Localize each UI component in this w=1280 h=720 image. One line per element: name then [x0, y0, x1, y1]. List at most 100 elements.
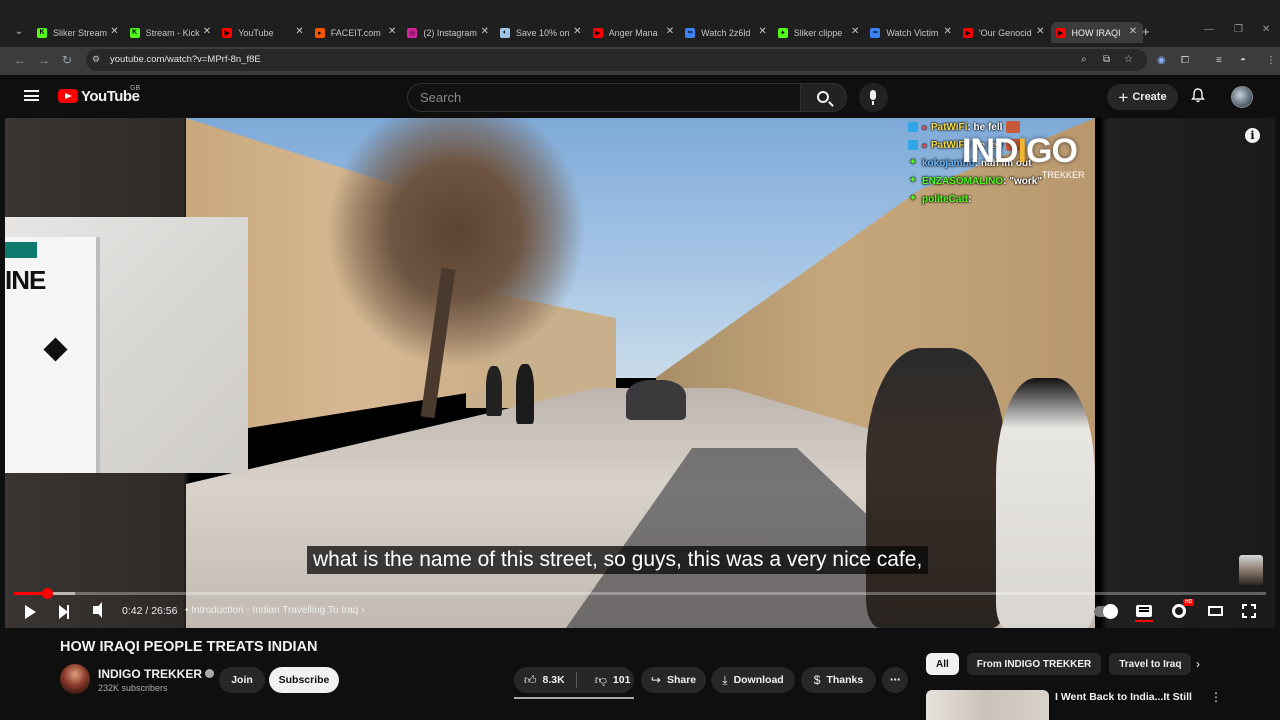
share-button[interactable]: ↪ Share [641, 667, 706, 693]
channel-branding-avatar[interactable] [1239, 555, 1263, 585]
theater-mode-icon[interactable] [1208, 606, 1223, 616]
browser-menu-icon[interactable]: ⋮ [1266, 55, 1276, 66]
thumbs-down-icon[interactable]: 👎︎ [595, 673, 607, 688]
tab-close-icon[interactable]: ✕ [1129, 26, 1137, 37]
recommendation-more-icon[interactable]: ⋮ [1210, 690, 1222, 704]
thumbs-up-icon[interactable]: 👍︎ [524, 673, 537, 688]
download-button[interactable]: ⤓ Download [711, 667, 795, 693]
browser-tab[interactable]: ▶ Anger Mana ✕ [588, 22, 681, 43]
fullscreen-icon[interactable] [1242, 604, 1256, 618]
like-count[interactable]: 8.3K [543, 674, 565, 686]
bookmark-star-icon[interactable]: ☆ [1124, 54, 1133, 65]
browser-tab[interactable]: ∞ Watch Victim ✕ [865, 22, 958, 43]
tab-close-icon[interactable]: ✕ [666, 26, 674, 37]
thanks-label: Thanks [826, 674, 864, 686]
watermark-subtitle: TREKKER [1042, 170, 1085, 180]
tab-title: Save 10% on [515, 27, 570, 38]
media-controls-icon[interactable]: ≡ [1216, 55, 1222, 66]
guide-menu-icon[interactable] [24, 90, 39, 101]
filter-chip[interactable]: Travel to Iraq [1109, 653, 1192, 675]
extension-audio-icon[interactable]: ◉ [1157, 55, 1166, 66]
join-label: Join [231, 674, 253, 686]
extensions-puzzle-icon[interactable]: ⧠ [1181, 55, 1189, 66]
tab-search-chevron-icon[interactable]: ⌄ [10, 23, 28, 41]
channel-watermark[interactable]: INDIGO TREKKER [962, 132, 1092, 182]
account-avatar[interactable] [1231, 86, 1253, 108]
chapter-title[interactable]: • Introduction - Indian Travelling To Ir… [185, 605, 365, 616]
recommendation-title[interactable]: I Went Back to India...It Still [1055, 691, 1192, 703]
tab-close-icon[interactable]: ✕ [110, 26, 118, 37]
back-arrow-icon[interactable]: ← [14, 53, 26, 67]
tab-close-icon[interactable]: ✕ [758, 26, 766, 37]
search-button[interactable] [800, 83, 847, 112]
download-icon: ⤓ [722, 672, 728, 687]
progress-bar[interactable] [14, 588, 1266, 599]
browser-tab[interactable]: ▶ 'Our Genocid ✕ [958, 22, 1051, 43]
forward-arrow-icon[interactable]: → [38, 53, 50, 67]
tab-favicon-icon: K [129, 27, 140, 38]
search-input[interactable] [408, 84, 800, 111]
tab-close-icon[interactable]: ✕ [388, 26, 396, 37]
chips-next-chevron-icon[interactable]: › [1196, 657, 1200, 671]
notifications-bell-icon[interactable] [1191, 88, 1205, 103]
create-button[interactable]: + Create [1107, 84, 1178, 110]
scene-tree [326, 118, 586, 368]
tab-close-icon[interactable]: ✕ [944, 26, 952, 37]
channel-avatar[interactable] [60, 664, 90, 694]
info-icon[interactable]: i [1245, 128, 1260, 143]
browser-tab[interactable]: K Sliker Stream ✕ [32, 22, 125, 43]
tab-close-icon[interactable]: ✕ [295, 26, 303, 37]
browser-tab[interactable]: ∞ Watch 2z6ld ✕ [680, 22, 773, 43]
thanks-button[interactable]: $ Thanks [801, 667, 876, 693]
tab-close-icon[interactable]: ✕ [573, 26, 581, 37]
new-tab-plus-icon[interactable]: + [1142, 24, 1150, 39]
browser-tab[interactable]: ▸ FACEIT.com ✕ [310, 22, 403, 43]
more-actions-button[interactable]: ⋯ [882, 667, 908, 693]
restore-icon[interactable]: ❐ [1234, 24, 1243, 35]
browser-tab[interactable]: ◎ (2) Instagram ✕ [402, 22, 495, 43]
voice-search-button[interactable] [859, 83, 888, 112]
tab-close-icon[interactable]: ✕ [203, 26, 211, 37]
play-icon[interactable] [25, 605, 36, 619]
tab-favicon-icon: ∞ [870, 27, 881, 38]
browser-tab[interactable]: ◐ Save 10% on ✕ [495, 22, 588, 43]
reload-icon[interactable]: ↻ [62, 53, 72, 67]
channel-name[interactable]: INDIGO TREKKER [98, 667, 215, 681]
recommendation-thumbnail[interactable] [926, 690, 1049, 720]
tab-close-icon[interactable]: ✕ [1036, 26, 1044, 37]
thanks-dollar-icon: $ [813, 673, 821, 687]
create-label: Create [1132, 91, 1167, 103]
address-bar[interactable]: ⚙ youtube.com/watch?v=MPrf-8n_f8E ⌕ ⧉ ☆ [86, 49, 1147, 71]
minimize-icon[interactable]: — [1204, 24, 1214, 35]
url-text[interactable]: youtube.com/watch?v=MPrf-8n_f8E [110, 54, 261, 65]
autoplay-toggle[interactable] [1094, 604, 1118, 619]
filter-chip[interactable]: All [926, 653, 959, 675]
browser-tab[interactable]: ✦ Sliker clippe ✕ [773, 22, 866, 43]
volume-icon[interactable] [93, 602, 102, 618]
tab-favicon-icon: ▶ [222, 27, 233, 38]
close-window-icon[interactable]: ✕ [1262, 24, 1270, 35]
player-controls: 0:42 / 26:56 • Introduction - Indian Tra… [5, 596, 1275, 628]
tab-favicon-icon: K [37, 27, 47, 38]
tab-favicon-icon: ∞ [685, 27, 696, 38]
video-player[interactable]: INE ● PatWiFi : he fell ● PatWiFi : he fell… [5, 118, 1275, 628]
next-video-icon[interactable] [59, 605, 69, 619]
profile-icon[interactable]: ◓ [1240, 55, 1246, 66]
tab-close-icon[interactable]: ✕ [481, 26, 489, 37]
subtitles-icon[interactable] [1136, 605, 1152, 617]
dislike-count[interactable]: 101 [613, 674, 631, 686]
settings-gear-icon[interactable] [1172, 604, 1186, 618]
zoom-icon[interactable]: ⌕ [1081, 54, 1087, 65]
youtube-logo-icon[interactable] [58, 89, 78, 103]
subscribe-button[interactable]: Subscribe [269, 667, 339, 693]
filter-chip[interactable]: From INDIGO TREKKER [966, 653, 1102, 675]
browser-tab[interactable]: ▶ YouTube ✕ [217, 22, 310, 43]
tab-close-icon[interactable]: ✕ [851, 26, 859, 37]
install-app-icon[interactable]: ⧉ [1103, 54, 1110, 65]
tab-favicon-icon: ▶ [592, 27, 603, 38]
site-info-icon[interactable]: ⚙ [92, 54, 104, 66]
tab-favicon-icon: ◎ [407, 27, 418, 38]
browser-tab[interactable]: K Stream - Kick ✕ [125, 22, 218, 43]
browser-tab[interactable]: ▶ HOW IRAQI ✕ [1050, 22, 1144, 43]
join-button[interactable]: Join [219, 667, 265, 693]
